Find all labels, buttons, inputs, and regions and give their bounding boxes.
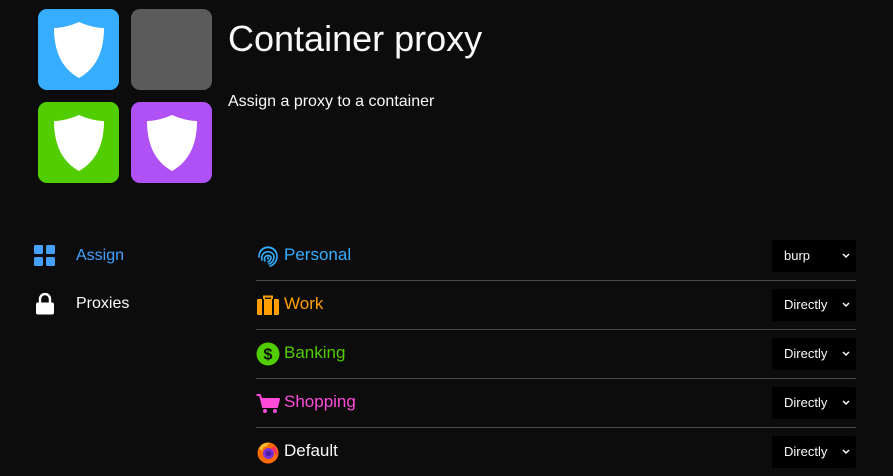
container-name: Work	[284, 294, 324, 313]
logo-tile-green	[38, 102, 119, 183]
container-name: Banking	[284, 343, 346, 362]
proxy-select[interactable]: Directly	[772, 289, 856, 321]
proxy-select[interactable]: burp	[772, 240, 856, 272]
proxy-select-value: Directly	[784, 297, 828, 312]
chevron-down-icon	[842, 351, 850, 357]
proxy-select-value: Directly	[784, 346, 828, 361]
logo-tile-blue	[38, 9, 119, 90]
proxy-select-value: burp	[784, 248, 811, 263]
sidebar: Assign Proxies	[34, 240, 214, 336]
lock-icon	[34, 293, 56, 315]
container-row-shopping: Shopping Directly	[256, 379, 856, 428]
logo-tile-purple	[131, 102, 212, 183]
proxy-select[interactable]: Directly	[772, 338, 856, 370]
chevron-down-icon	[842, 253, 850, 259]
grid-icon	[34, 245, 56, 267]
svg-text:$: $	[264, 347, 273, 364]
container-name: Default	[284, 441, 338, 460]
proxy-select[interactable]: Directly	[772, 387, 856, 419]
briefcase-icon	[257, 295, 279, 315]
shield-icon	[146, 114, 197, 171]
sidebar-item-label: Proxies	[76, 295, 130, 312]
proxy-select-value: Directly	[784, 395, 828, 410]
logo-tile-gray	[131, 9, 212, 90]
app-logo	[38, 9, 212, 183]
container-row-banking: $ Banking Directly	[256, 330, 856, 379]
chevron-down-icon	[842, 302, 850, 308]
cart-icon	[256, 394, 280, 413]
sidebar-item-proxies[interactable]: Proxies	[34, 288, 214, 320]
chevron-down-icon	[842, 400, 850, 406]
container-row-personal: Personal burp	[256, 232, 856, 281]
container-name: Personal	[284, 245, 352, 264]
proxy-select[interactable]: Directly	[772, 436, 856, 468]
container-row-default: Default Directly	[256, 428, 856, 476]
chevron-down-icon	[842, 449, 850, 455]
page-title: Container proxy	[228, 18, 483, 59]
sidebar-item-assign[interactable]: Assign	[34, 240, 214, 272]
shield-icon	[53, 114, 104, 171]
shield-icon	[53, 21, 104, 78]
firefox-icon	[257, 442, 279, 464]
fingerprint-icon	[258, 246, 278, 267]
sidebar-item-label: Assign	[76, 247, 125, 264]
page-subtitle: Assign a proxy to a container	[228, 93, 435, 110]
dollar-icon: $	[256, 342, 280, 366]
container-name: Shopping	[284, 392, 356, 411]
container-list: Personal burp Work Directly $ Banking Di…	[256, 232, 856, 476]
proxy-select-value: Directly	[784, 444, 828, 459]
container-row-work: Work Directly	[256, 281, 856, 330]
